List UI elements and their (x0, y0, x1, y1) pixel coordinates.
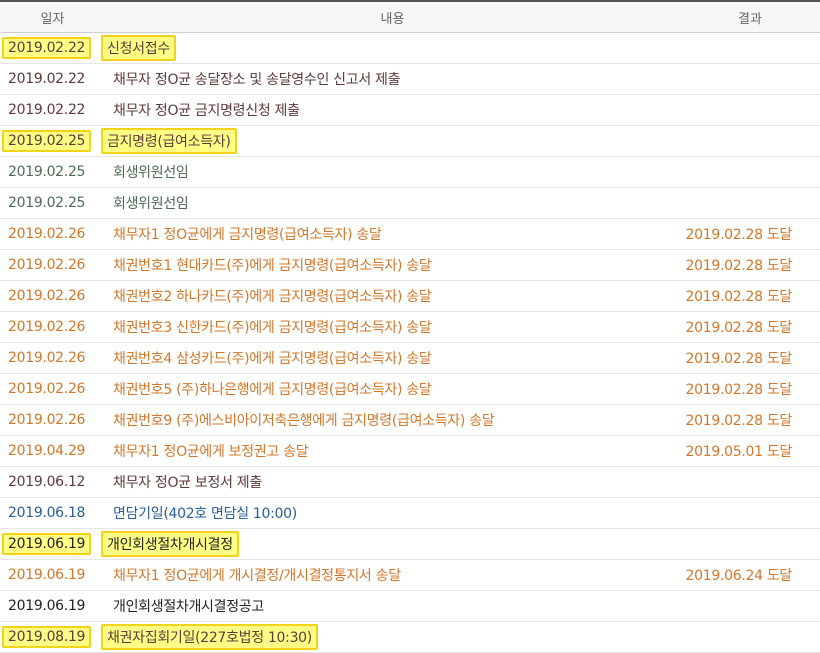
highlighted-content: 금지명령(급여소득자) (101, 128, 237, 154)
table-row: 2019.02.26 채권번호1 현대카드(주)에게 금지명령(급여소득자) 송… (0, 249, 820, 281)
row-result: 2019.02.28 도달 (680, 311, 820, 343)
row-result (680, 621, 820, 653)
table-row: 2019.06.19 채무자1 정O균에게 개시결정/개시결정통지서 송달 20… (0, 559, 820, 591)
case-history-table: 일자 내용 결과 2019.02.22 신청서접수 2019.02.22 채무자… (0, 2, 820, 653)
row-date: 2019.06.12 (0, 466, 105, 498)
row-date: 2019.02.26 (0, 404, 105, 436)
row-result: 2019.05.01 도달 (680, 435, 820, 467)
row-result: 2019.02.28 도달 (680, 280, 820, 312)
row-date: 2019.02.25 (0, 187, 105, 219)
row-date: 2019.04.29 (0, 435, 105, 467)
table-row: 2019.06.18 면담기일(402호 면담실 10:00) (0, 497, 820, 529)
row-result (680, 497, 820, 529)
row-result: 2019.02.28 도달 (680, 249, 820, 281)
highlighted-date: 2019.02.22 (2, 37, 92, 59)
row-content: 채무자 정O균 송달장소 및 송달영수인 신고서 제출 (105, 63, 680, 95)
row-content: 회생위원선임 (105, 156, 680, 188)
header-result: 결과 (680, 2, 820, 33)
row-date: 2019.02.25 (0, 156, 105, 188)
header-content: 내용 (105, 2, 680, 33)
row-date: 2019.02.26 (0, 311, 105, 343)
row-result: 2019.02.28 도달 (680, 342, 820, 374)
row-date: 2019.02.26 (0, 280, 105, 312)
table-row: 2019.02.26 채무자1 정O균에게 금지명령(급여소득자) 송달 201… (0, 218, 820, 250)
row-date: 2019.02.26 (0, 373, 105, 405)
row-date: 2019.06.19 (0, 590, 105, 622)
table-row: 2019.02.26 채권번호9 (주)에스비아이저축은행에게 금지명령(급여소… (0, 404, 820, 436)
row-result (680, 32, 820, 64)
table-row: 2019.02.26 채권번호3 신한카드(주)에게 금지명령(급여소득자) 송… (0, 311, 820, 343)
row-result (680, 590, 820, 622)
highlighted-date: 2019.08.19 (2, 626, 92, 648)
table-row: 2019.08.19 채권자집회기일(227호법정 10:30) (0, 621, 820, 653)
highlighted-date: 2019.06.19 (2, 533, 92, 555)
header-date: 일자 (0, 2, 105, 33)
highlighted-content: 신청서접수 (101, 35, 176, 61)
case-progress-panel: 일자 내용 결과 2019.02.22 신청서접수 2019.02.22 채무자… (0, 0, 820, 653)
row-content: 채권번호2 하나카드(주)에게 금지명령(급여소득자) 송달 (105, 280, 680, 312)
row-date: 2019.02.22 (0, 63, 105, 95)
row-content: 채권번호1 현대카드(주)에게 금지명령(급여소득자) 송달 (105, 249, 680, 281)
table-row: 2019.04.29 채무자1 정O균에게 보정권고 송달 2019.05.01… (0, 435, 820, 467)
row-content: 개인회생절차개시결정공고 (105, 590, 680, 622)
row-content: 채무자 정O균 보정서 제출 (105, 466, 680, 498)
highlighted-date: 2019.02.25 (2, 130, 92, 152)
row-result: 2019.02.28 도달 (680, 218, 820, 250)
table-row: 2019.02.25 회생위원선임 (0, 187, 820, 219)
row-result: 2019.06.24 도달 (680, 559, 820, 591)
row-result (680, 466, 820, 498)
row-content: 채권번호4 삼성카드(주)에게 금지명령(급여소득자) 송달 (105, 342, 680, 374)
table-row: 2019.02.26 채권번호2 하나카드(주)에게 금지명령(급여소득자) 송… (0, 280, 820, 312)
row-result (680, 187, 820, 219)
table-row: 2019.02.22 신청서접수 (0, 32, 820, 64)
table-row: 2019.06.12 채무자 정O균 보정서 제출 (0, 466, 820, 498)
highlighted-content: 개인회생절차개시결정 (101, 531, 239, 557)
row-date: 2019.06.18 (0, 497, 105, 529)
row-content: 채무자1 정O균에게 개시결정/개시결정통지서 송달 (105, 559, 680, 591)
row-date: 2019.02.22 (0, 94, 105, 126)
table-header-row: 일자 내용 결과 (0, 2, 820, 33)
row-date: 2019.02.26 (0, 342, 105, 374)
row-result: 2019.02.28 도달 (680, 404, 820, 436)
row-date: 2019.02.26 (0, 249, 105, 281)
row-content: 채권번호9 (주)에스비아이저축은행에게 금지명령(급여소득자) 송달 (105, 404, 680, 436)
table-row: 2019.02.25 금지명령(급여소득자) (0, 125, 820, 157)
table-row: 2019.02.25 회생위원선임 (0, 156, 820, 188)
row-content: 채무자 정O균 금지명령신청 제출 (105, 94, 680, 126)
row-content: 회생위원선임 (105, 187, 680, 219)
highlighted-content: 채권자집회기일(227호법정 10:30) (101, 624, 318, 650)
row-date: 2019.02.26 (0, 218, 105, 250)
table-row: 2019.06.19 개인회생절차개시결정공고 (0, 590, 820, 622)
table-row: 2019.02.22 채무자 정O균 금지명령신청 제출 (0, 94, 820, 126)
table-row: 2019.02.22 채무자 정O균 송달장소 및 송달영수인 신고서 제출 (0, 63, 820, 95)
table-row: 2019.06.19 개인회생절차개시결정 (0, 528, 820, 560)
row-content: 면담기일(402호 면담실 10:00) (105, 497, 680, 529)
row-content: 채권번호5 (주)하나은행에게 금지명령(급여소득자) 송달 (105, 373, 680, 405)
row-result (680, 156, 820, 188)
row-result (680, 94, 820, 126)
row-result: 2019.02.28 도달 (680, 373, 820, 405)
row-date: 2019.06.19 (0, 559, 105, 591)
row-content: 채무자1 정O균에게 보정권고 송달 (105, 435, 680, 467)
row-content: 채권번호3 신한카드(주)에게 금지명령(급여소득자) 송달 (105, 311, 680, 343)
row-result (680, 125, 820, 157)
table-row: 2019.02.26 채권번호5 (주)하나은행에게 금지명령(급여소득자) 송… (0, 373, 820, 405)
row-content: 채무자1 정O균에게 금지명령(급여소득자) 송달 (105, 218, 680, 250)
row-result (680, 528, 820, 560)
row-result (680, 63, 820, 95)
table-row: 2019.02.26 채권번호4 삼성카드(주)에게 금지명령(급여소득자) 송… (0, 342, 820, 374)
